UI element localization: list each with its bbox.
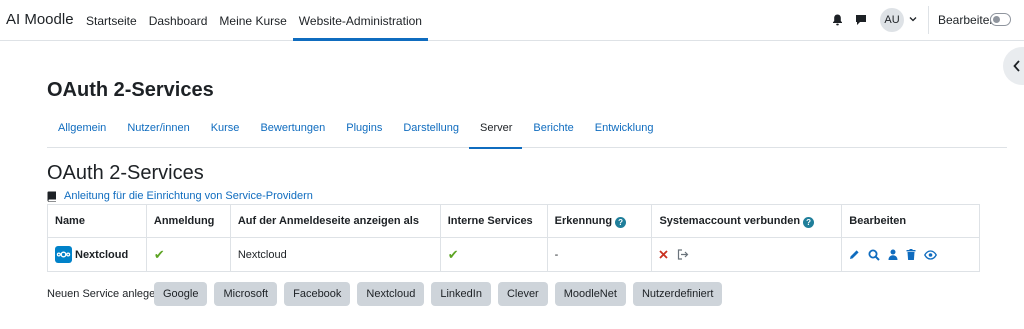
oauth2-services-table: Name Anmeldung Auf der Anmeldeseite anze… (47, 204, 980, 272)
table-row: Nextcloud ✔ Nextcloud ✔ - (47, 237, 980, 272)
nav-item-home[interactable]: Startseite (80, 0, 143, 41)
tab-development[interactable]: Entwicklung (584, 109, 664, 148)
create-clever-button[interactable]: Clever (497, 282, 548, 306)
tab-general[interactable]: Allgemein (47, 109, 116, 148)
column-header-login: Anmeldung (145, 204, 231, 238)
column-header-discovery: Erkennung? (546, 204, 653, 238)
create-service-label: Neuen Service anlegen: (47, 288, 165, 300)
cross-icon (659, 250, 669, 259)
nav-item-my-courses[interactable]: Meine Kurse (213, 0, 292, 41)
create-nextcloud-button[interactable]: Nextcloud (357, 282, 425, 306)
eye-icon[interactable] (924, 249, 938, 260)
column-header-system-account: Systemaccount verbunden? (651, 204, 843, 238)
cell-discovery: - (546, 237, 653, 272)
section-title: OAuth 2-Services (47, 162, 204, 184)
cell-internal-services: ✔ (439, 237, 548, 272)
tab-appearance[interactable]: Darstellung (392, 109, 469, 148)
edit-mode-toggle[interactable] (990, 13, 1011, 26)
setup-guide-link-text[interactable]: Anleitung für die Einrichtung von Servic… (64, 190, 313, 202)
nav-item-site-administration[interactable]: Website-Administration (292, 0, 429, 41)
create-custom-button[interactable]: Nutzerdefiniert (632, 282, 723, 306)
setup-guide-link[interactable]: Anleitung für die Einrichtung von Servic… (47, 190, 313, 202)
tab-users[interactable]: Nutzer/innen (116, 109, 199, 148)
checkmark-icon: ✔ (153, 246, 165, 262)
create-service-buttons: Google Microsoft Facebook Nextcloud Link… (154, 282, 723, 306)
tab-plugins[interactable]: Plugins (335, 109, 392, 148)
toggle-knob (993, 16, 1000, 23)
create-moodlenet-button[interactable]: MoodleNet (554, 282, 626, 306)
tab-reports[interactable]: Berichte (522, 109, 583, 148)
service-name: Nextcloud (75, 248, 129, 261)
tab-courses[interactable]: Kurse (200, 109, 250, 148)
edit-mode-label: Bearbeiten (938, 13, 997, 27)
checkmark-icon: ✔ (447, 246, 459, 262)
connect-system-account-icon[interactable] (677, 249, 689, 260)
secondary-nav: Allgemein Nutzer/innen Kurse Bewertungen… (47, 109, 1007, 149)
site-brand[interactable]: AI Moodle (6, 11, 74, 28)
chevron-down-icon[interactable] (909, 15, 917, 23)
cell-show-on-login: Nextcloud (229, 237, 441, 272)
cell-name: Nextcloud (47, 237, 147, 272)
nav-item-dashboard[interactable]: Dashboard (143, 0, 214, 41)
cell-system-account (651, 237, 843, 272)
column-header-show-on-login: Auf der Anmeldeseite anzeigen als (229, 204, 441, 238)
page-title: OAuth 2-Services (47, 79, 214, 101)
bell-icon[interactable] (832, 14, 843, 26)
column-header-discovery-label: Erkennung (554, 214, 613, 227)
open-block-drawer-button[interactable] (1003, 47, 1024, 85)
column-header-edit: Bearbeiten (841, 204, 980, 238)
create-google-button[interactable]: Google (154, 282, 208, 306)
tab-grades[interactable]: Bewertungen (249, 109, 335, 148)
help-icon[interactable]: ? (615, 216, 627, 228)
navbar-divider (928, 6, 929, 34)
table-header-row: Name Anmeldung Auf der Anmeldeseite anze… (47, 204, 980, 238)
column-header-name: Name (47, 204, 147, 238)
user-icon[interactable] (888, 249, 898, 260)
chevron-left-icon (1013, 60, 1020, 72)
create-linkedin-button[interactable]: LinkedIn (431, 282, 491, 306)
cell-login: ✔ (145, 237, 231, 272)
avatar[interactable]: AU (880, 8, 904, 32)
create-facebook-button[interactable]: Facebook (284, 282, 351, 306)
tab-server[interactable]: Server (468, 109, 523, 149)
top-navbar: AI Moodle Startseite Dashboard Meine Kur… (0, 0, 1024, 41)
column-header-system-account-label: Systemaccount verbunden (659, 214, 801, 227)
delete-icon[interactable] (906, 249, 916, 260)
edit-icon[interactable] (849, 249, 860, 260)
help-icon[interactable]: ? (803, 216, 815, 228)
create-microsoft-button[interactable]: Microsoft (214, 282, 278, 306)
primary-nav: Startseite Dashboard Meine Kurse Website… (80, 0, 429, 41)
column-header-internal-services: Interne Services (439, 204, 548, 238)
search-icon[interactable] (868, 249, 880, 261)
chat-icon[interactable] (855, 14, 867, 26)
book-icon (47, 191, 56, 202)
cell-edit-actions (841, 237, 980, 272)
nextcloud-logo-icon (55, 246, 72, 263)
